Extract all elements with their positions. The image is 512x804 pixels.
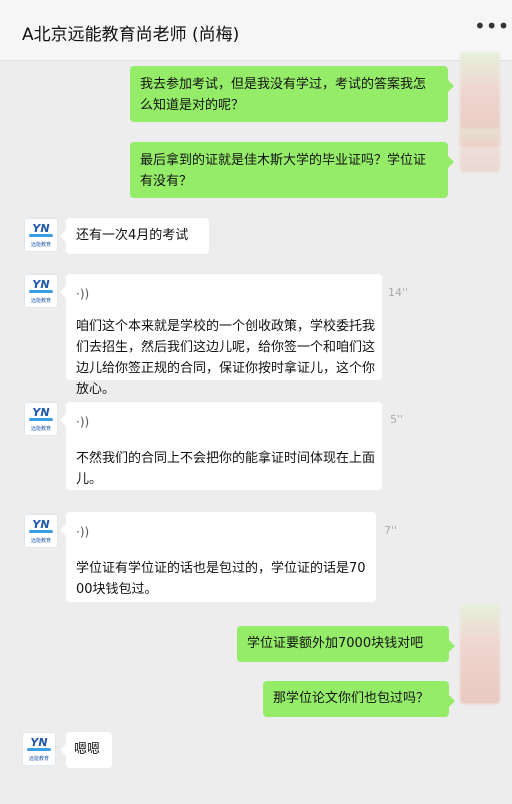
message-bubble-sent[interactable]: 学位证要额外加7000块钱对吧	[237, 626, 455, 662]
message-bubble-sent[interactable]: 那学位论文你们也包过吗？	[263, 681, 455, 717]
avatar[interactable]	[460, 128, 500, 172]
avatar[interactable]: YN 远能教育	[24, 402, 58, 436]
message-bubble-sent[interactable]: 我去参加考试，但是我没有学过，考试的答案我怎么知道是对的呢？	[130, 66, 454, 122]
message-text: 还有一次4月的考试	[76, 228, 189, 243]
voice-duration: 7''	[384, 524, 398, 537]
avatar-logo-sub: 远能教育	[30, 298, 51, 304]
avatar[interactable]: YN 远能教育	[24, 218, 58, 252]
chat-header: A北京远能教育尚老师 (尚梅) •••	[0, 0, 512, 61]
voice-wave-icon[interactable]: ·))	[76, 522, 89, 543]
voice-duration: 5''	[390, 413, 404, 426]
message-text: 学位证要额外加7000块钱对吧	[247, 636, 424, 651]
avatar[interactable]	[460, 604, 500, 704]
voice-transcript: 学位证有学位证的话也是包过的，学位证的话是7000块钱包过。	[76, 561, 366, 597]
voice-duration: 14''	[388, 286, 409, 299]
voice-transcript: 不然我们的合同上不会把你的能拿证时间体现在上面儿。	[76, 451, 376, 487]
avatar-logo-swoosh	[29, 234, 53, 237]
voice-message-bubble[interactable]: ·)) 不然我们的合同上不会把你的能拿证时间体现在上面儿。	[60, 402, 382, 490]
voice-message-bubble[interactable]: ·)) 学位证有学位证的话也是包过的，学位证的话是7000块钱包过。	[60, 512, 376, 602]
avatar[interactable]: YN 远能教育	[24, 514, 58, 548]
avatar-logo-swoosh	[29, 290, 53, 293]
voice-message-bubble[interactable]: ·)) 咱们这个本来就是学校的一个创收政策，学校委托我们去招生，然后我们这边儿呢…	[60, 274, 382, 397]
voice-wave-icon[interactable]: ·))	[76, 412, 89, 433]
voice-transcript: 咱们这个本来就是学校的一个创收政策，学校委托我们去招生，然后我们这边儿呢，给你签…	[76, 319, 376, 397]
avatar-logo-sub: 远能教育	[28, 756, 49, 762]
message-text: 嗯嗯	[74, 742, 101, 757]
avatar-logo-swoosh	[29, 530, 53, 533]
avatar-logo-sub: 远能教育	[30, 426, 51, 432]
avatar-logo-swoosh	[29, 418, 53, 421]
chat-title: A北京远能教育尚老师 (尚梅)	[22, 25, 240, 45]
message-bubble-sent[interactable]: 最后拿到的证就是佳木斯大学的毕业证吗？学位证有没有？	[130, 142, 454, 198]
message-bubble-received[interactable]: 嗯嗯	[60, 732, 112, 768]
avatar-logo-sub: 远能教育	[30, 242, 51, 248]
avatar[interactable]: YN 远能教育	[24, 274, 58, 308]
voice-wave-icon[interactable]: ·))	[76, 284, 89, 305]
message-text: 我去参加考试，但是我没有学过，考试的答案我怎么知道是对的呢？	[140, 77, 427, 113]
message-text: 那学位论文你们也包过吗？	[273, 691, 430, 706]
more-dots-icon[interactable]: •••	[474, 16, 509, 40]
message-bubble-received[interactable]: 还有一次4月的考试	[60, 218, 209, 254]
message-text: 最后拿到的证就是佳木斯大学的毕业证吗？学位证有没有？	[140, 153, 427, 189]
avatar-logo-swoosh	[27, 748, 51, 751]
avatar[interactable]: YN 远能教育	[22, 732, 56, 766]
avatar-logo-sub: 远能教育	[30, 538, 51, 544]
